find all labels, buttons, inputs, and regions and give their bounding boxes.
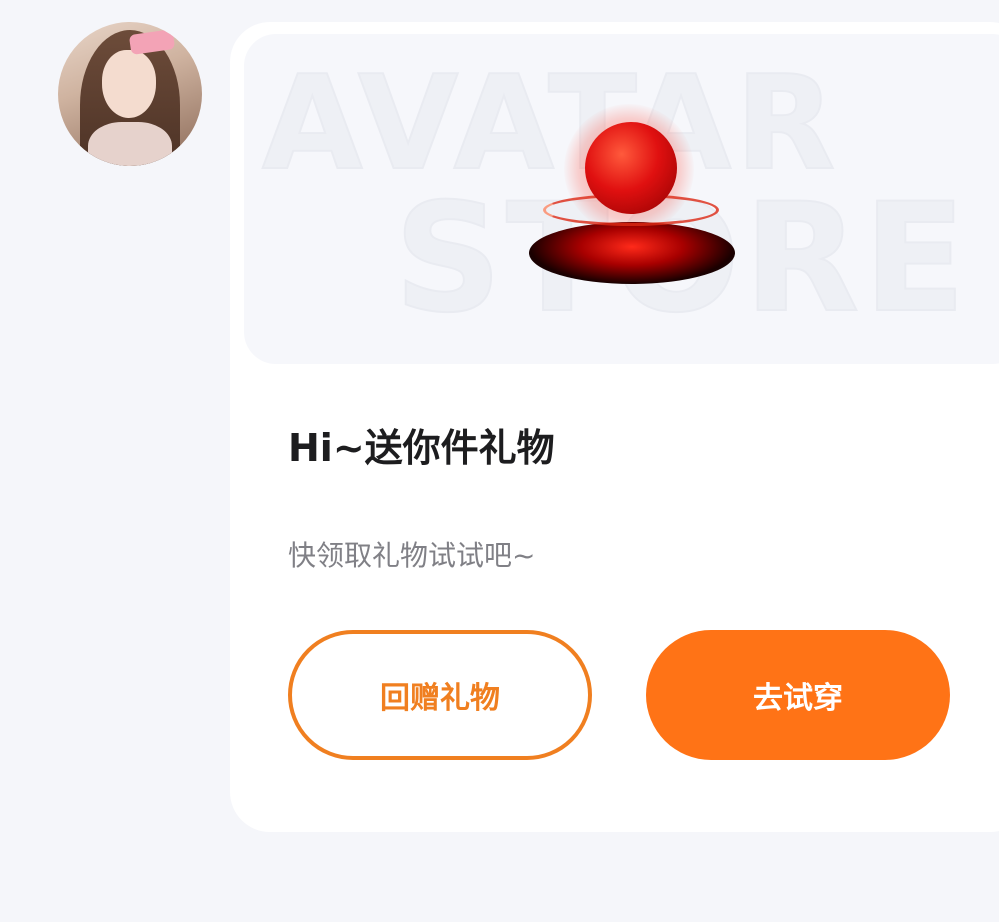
sender-avatar[interactable] <box>58 22 202 166</box>
avatar-store-banner: AVATAR STORE <box>244 34 999 364</box>
gift-message-card: AVATAR STORE Hi~送你件礼物 快领取礼物试试吧~ 回赠礼物 去试穿 <box>230 22 999 832</box>
orb-sphere <box>585 122 677 214</box>
gift-subtitle: 快领取礼物试试吧~ <box>288 539 536 572</box>
chat-page: AVATAR STORE Hi~送你件礼物 快领取礼物试试吧~ 回赠礼物 去试穿 <box>0 0 999 922</box>
avatar-face <box>102 50 156 118</box>
try-on-button[interactable]: 去试穿 <box>646 630 950 760</box>
return-gift-button[interactable]: 回赠礼物 <box>288 630 592 760</box>
orb-pool <box>529 222 735 284</box>
avatar-shirt <box>88 122 172 166</box>
red-orb-effect-icon <box>529 104 739 304</box>
gift-title: Hi~送你件礼物 <box>288 426 555 470</box>
